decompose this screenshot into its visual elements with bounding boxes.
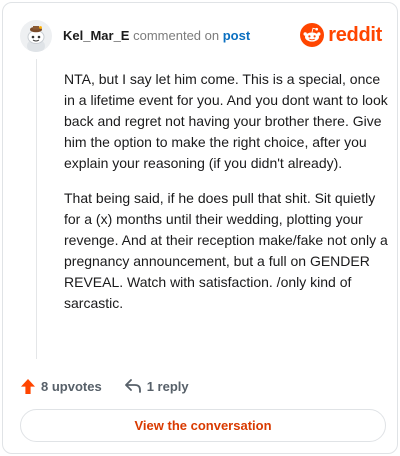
upvote-arrow-icon [21,378,35,394]
thread-line [36,59,37,359]
reply-button[interactable]: 1 reply [124,378,189,394]
user-avatar[interactable] [20,20,52,52]
comment-card: Kel_Mar_E commented on post reddit NTA, … [2,2,398,454]
post-link[interactable]: post [223,28,250,43]
reddit-wordmark: reddit [328,23,382,46]
reply-count: 1 reply [146,378,189,394]
snoo-avatar-icon [20,20,52,52]
reddit-logo-icon [300,23,325,47]
comment-body: NTA, but I say let him come. This is a s… [64,69,388,328]
comment-meta: Kel_Mar_E commented on post [63,28,250,44]
reply-arrow-icon [124,379,141,393]
view-conversation-button[interactable]: View the conversation [20,409,386,442]
reddit-brand[interactable]: reddit [300,22,382,48]
upvote-button[interactable]: 8 upvotes [20,378,102,395]
username-link[interactable]: Kel_Mar_E [63,28,129,43]
comment-paragraph: That being said, if he does pull that sh… [64,190,388,311]
commented-on-text: commented on [133,28,220,43]
comment-header: Kel_Mar_E commented on post reddit [20,20,382,52]
comment-actions: 8 upvotes 1 reply [20,376,189,396]
comment-paragraph: NTA, but I say let him come. This is a s… [64,71,388,171]
upvote-count: 8 upvotes [41,378,102,394]
